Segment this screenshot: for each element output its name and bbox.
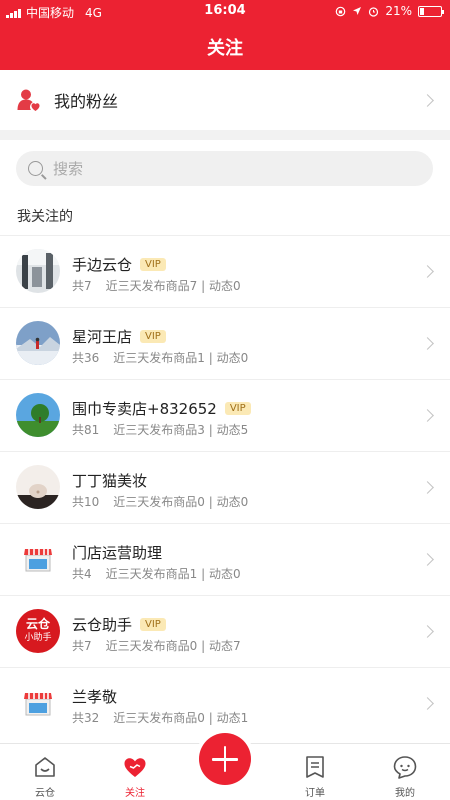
total-count: 共81 (72, 423, 100, 437)
alarm-icon (369, 6, 379, 17)
tab-follow[interactable]: 关注 (90, 744, 180, 800)
shop-name: 围巾专卖店+832652 (72, 400, 217, 418)
chevron-right-icon (421, 697, 434, 710)
status-bar: 中国移动 4G 16:04 21% (0, 0, 450, 22)
vip-badge: VIP (140, 618, 166, 631)
rotation-lock-icon (336, 6, 346, 16)
list-item[interactable]: 云仓 小助手 云仓助手 VIP 共7 近三天发布商品0 | 动态7 (0, 595, 450, 667)
total-count: 共7 (72, 279, 92, 293)
list-item[interactable]: 兰孝敬 共32 近三天发布商品0 | 动态1 (0, 667, 450, 739)
storefront-avatar-icon (16, 681, 60, 725)
tab-label: 订单 (305, 788, 325, 799)
avatar-badge-subtitle: 小助手 (24, 633, 52, 643)
location-arrow-icon (353, 7, 362, 15)
vip-badge: VIP (224, 402, 251, 415)
search-bar[interactable] (16, 151, 433, 186)
battery-percent: 21% (385, 4, 412, 18)
recent-stats: 近三天发布商品1 | 动态0 (113, 351, 249, 365)
shop-name: 丁丁猫美妆 (72, 472, 148, 490)
tab-label: 云仓 (35, 788, 55, 799)
add-button[interactable] (199, 733, 251, 785)
list-item[interactable]: 围巾专卖店+832652 VIP 共81 近三天发布商品3 | 动态5 (0, 379, 450, 451)
vip-badge: VIP (140, 258, 166, 271)
chevron-right-icon (421, 553, 434, 566)
recent-stats: 近三天发布商品0 | 动态7 (105, 639, 241, 653)
following-list: 手边云仓 VIP 共7 近三天发布商品7 | 动态0 星河王店 VIP 共36 … (0, 235, 450, 739)
shop-name: 手边云仓 (72, 256, 133, 274)
chevron-right-icon (421, 409, 434, 422)
search-input[interactable] (53, 159, 393, 178)
recent-stats: 近三天发布商品0 | 动态0 (113, 495, 249, 509)
total-count: 共10 (72, 495, 100, 509)
shop-avatar (16, 393, 60, 437)
page-title: 关注 (207, 38, 243, 59)
chevron-right-icon (421, 625, 434, 638)
total-count: 共7 (72, 639, 92, 653)
shop-name: 兰孝敬 (72, 688, 118, 706)
total-count: 共4 (72, 567, 92, 581)
recent-stats: 近三天发布商品0 | 动态1 (113, 711, 249, 725)
my-fans-label: 我的粉丝 (54, 92, 119, 111)
search-icon (28, 161, 43, 176)
avatar-badge-title: 云仓 (25, 617, 50, 631)
order-bookmark-icon (302, 754, 328, 780)
list-item[interactable]: 星河王店 VIP 共36 近三天发布商品1 | 动态0 (0, 307, 450, 379)
shop-avatar (16, 465, 60, 509)
shop-avatar (16, 249, 60, 293)
house-icon (32, 754, 58, 780)
list-item[interactable]: 手边云仓 VIP 共7 近三天发布商品7 | 动态0 (0, 235, 450, 307)
shop-name: 云仓助手 (72, 616, 133, 634)
section-divider (0, 130, 450, 140)
chevron-right-icon (421, 265, 434, 278)
heart-icon (122, 754, 148, 780)
battery-icon (418, 5, 444, 17)
recent-stats: 近三天发布商品3 | 动态5 (113, 423, 249, 437)
following-section-title: 我关注的 (17, 209, 73, 225)
my-fans-row[interactable]: 我的粉丝 (0, 70, 450, 130)
recent-stats: 近三天发布商品7 | 动态0 (105, 279, 241, 293)
list-item[interactable]: 丁丁猫美妆 共10 近三天发布商品0 | 动态0 (0, 451, 450, 523)
recent-stats: 近三天发布商品1 | 动态0 (105, 567, 241, 581)
total-count: 共32 (72, 711, 100, 725)
chevron-right-icon (421, 337, 434, 350)
chevron-right-icon (421, 93, 434, 107)
chevron-right-icon (421, 481, 434, 494)
chat-face-icon (392, 754, 418, 780)
shop-avatar (16, 321, 60, 365)
total-count: 共36 (72, 351, 100, 365)
app-header: 中国移动 4G 16:04 21% 关注 (0, 0, 450, 70)
shop-name: 门店运营助理 (72, 544, 163, 562)
list-item[interactable]: 门店运营助理 共4 近三天发布商品1 | 动态0 (0, 523, 450, 595)
tab-orders[interactable]: 订单 (270, 744, 360, 800)
yuncang-helper-avatar: 云仓 小助手 (16, 609, 60, 653)
tab-mine[interactable]: 我的 (360, 744, 450, 800)
tab-label: 关注 (125, 788, 145, 799)
tab-yuncang[interactable]: 云仓 (0, 744, 90, 800)
vip-badge: VIP (140, 330, 166, 343)
shop-name: 星河王店 (72, 328, 133, 346)
storefront-avatar-icon (16, 537, 60, 581)
fans-person-icon (16, 87, 42, 113)
tab-label: 我的 (395, 788, 415, 799)
